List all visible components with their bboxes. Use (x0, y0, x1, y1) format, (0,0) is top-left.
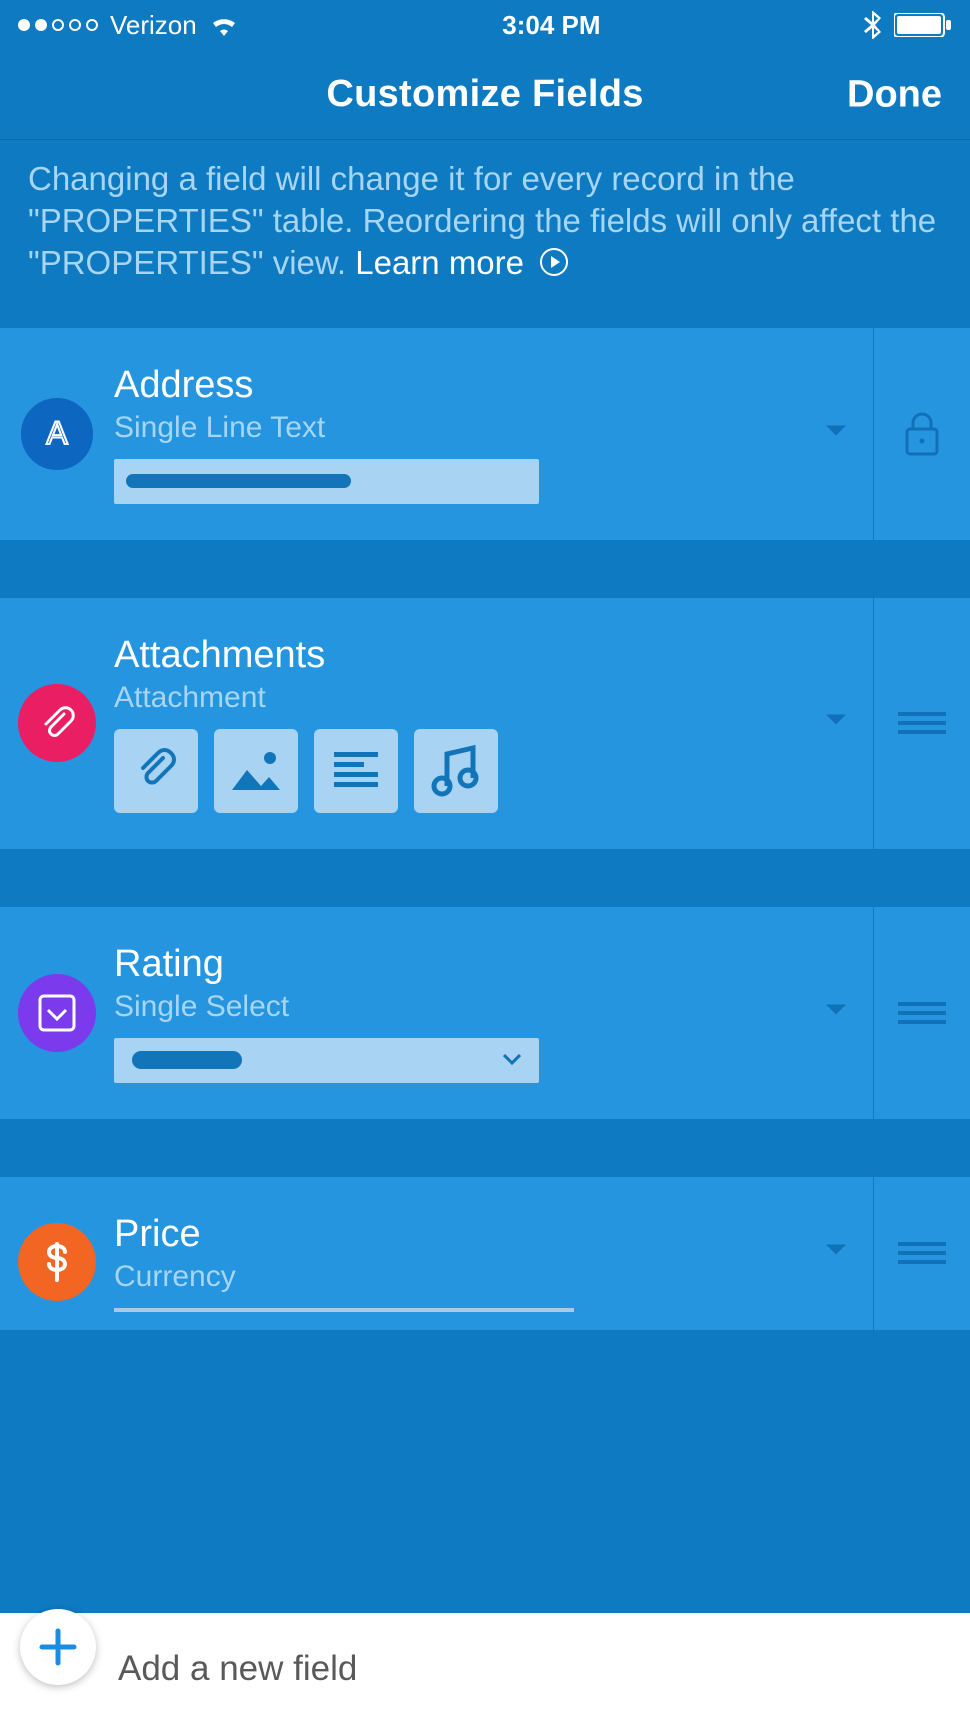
field-name-label: Price (114, 1213, 803, 1256)
chevron-down-icon[interactable] (825, 424, 847, 443)
play-circle-icon[interactable] (539, 245, 569, 287)
field-name-label: Rating (114, 943, 803, 986)
field-row-price[interactable]: Price Currency (0, 1177, 970, 1330)
wifi-icon (209, 14, 239, 36)
select-preview (114, 1038, 539, 1083)
field-type-label: Single Line Text (114, 411, 803, 445)
field-name-label: Address (114, 364, 803, 407)
file-tile-icon (114, 729, 198, 813)
select-type-icon (18, 974, 96, 1052)
bluetooth-icon (864, 11, 882, 39)
add-field-bar[interactable]: Add a new field (0, 1613, 970, 1725)
learn-more-link[interactable]: Learn more (355, 244, 524, 281)
text-preview (114, 459, 539, 504)
done-button[interactable]: Done (847, 73, 942, 116)
lock-indicator (874, 328, 970, 540)
add-field-label: Add a new field (118, 1649, 357, 1689)
drag-handle[interactable] (874, 598, 970, 849)
currency-preview (114, 1308, 574, 1312)
clock: 3:04 PM (502, 10, 600, 41)
field-type-label: Single Select (114, 990, 803, 1024)
page-title: Customize Fields (326, 73, 643, 116)
document-tile-icon (314, 729, 398, 813)
drag-handle[interactable] (874, 1177, 970, 1330)
image-tile-icon (214, 729, 298, 813)
drag-handle[interactable] (874, 907, 970, 1119)
info-text: Changing a field will change it for ever… (0, 140, 970, 328)
field-name-label: Attachments (114, 634, 803, 677)
chevron-down-icon[interactable] (825, 1003, 847, 1022)
signal-strength-icon (18, 19, 98, 31)
plus-icon[interactable] (20, 1609, 96, 1685)
field-row-rating[interactable]: Rating Single Select (0, 907, 970, 1119)
attachment-type-icon (18, 684, 96, 762)
field-row-attachments[interactable]: Attachments Attachment (0, 598, 970, 849)
chevron-down-icon[interactable] (825, 714, 847, 733)
svg-text:A: A (46, 415, 68, 451)
carrier-label: Verizon (110, 10, 197, 41)
attachment-preview (114, 729, 803, 813)
field-row-address[interactable]: A Address Single Line Text (0, 328, 970, 540)
nav-header: Customize Fields Done (0, 50, 970, 140)
chevron-down-icon[interactable] (825, 1244, 847, 1263)
status-bar: Verizon 3:04 PM (0, 0, 970, 50)
audio-tile-icon (414, 729, 498, 813)
text-type-icon: A (18, 395, 96, 473)
battery-icon (894, 13, 952, 37)
field-type-label: Attachment (114, 681, 803, 715)
currency-type-icon (18, 1223, 96, 1301)
field-type-label: Currency (114, 1260, 803, 1294)
